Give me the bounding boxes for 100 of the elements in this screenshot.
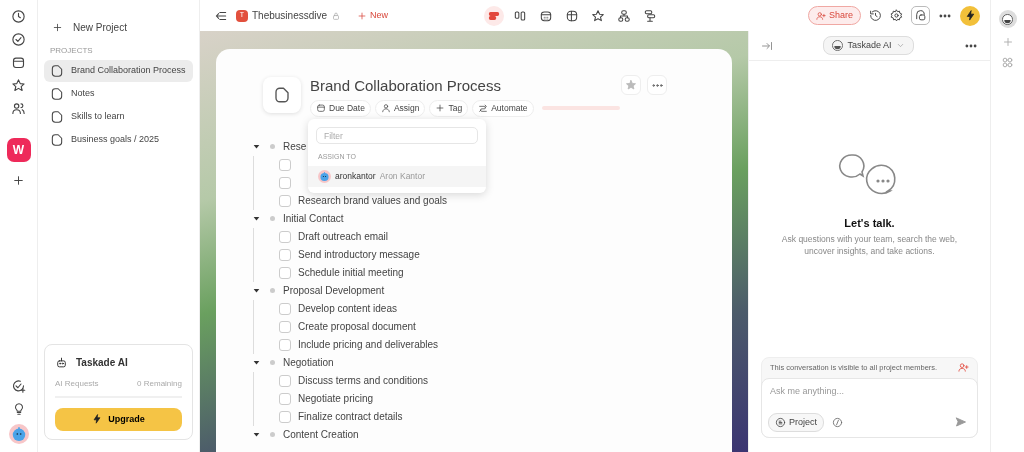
project-item[interactable]: Skills to learn bbox=[44, 106, 193, 128]
document-icon bbox=[775, 416, 786, 428]
agent-selector[interactable]: Taskade AI bbox=[823, 35, 914, 56]
section-title: Rese bbox=[283, 140, 307, 155]
document-icon bbox=[50, 133, 64, 147]
boost-button[interactable] bbox=[960, 5, 980, 26]
new-project-button[interactable]: New Project bbox=[44, 20, 193, 35]
document-icon bbox=[50, 110, 64, 124]
bullet-dot bbox=[270, 288, 275, 294]
add-member-icon[interactable] bbox=[958, 362, 969, 374]
plus-icon bbox=[357, 10, 368, 21]
workspace-button[interactable]: W bbox=[6, 138, 31, 162]
project-title: Brand Collaboration Process bbox=[310, 77, 502, 95]
add-person-icon bbox=[815, 10, 826, 21]
calendar-icon bbox=[316, 103, 326, 114]
task-text: Include pricing and deliverables bbox=[298, 338, 439, 353]
project-item[interactable]: Business goals / 2025 bbox=[44, 129, 193, 151]
avatar-icon[interactable] bbox=[8, 424, 29, 444]
ai-card-title: Taskade AI bbox=[76, 355, 128, 370]
task-checkbox[interactable] bbox=[279, 302, 291, 315]
collapse-panel-icon[interactable] bbox=[761, 39, 773, 52]
share-button[interactable]: Share bbox=[807, 5, 861, 26]
avatar-icon bbox=[318, 169, 331, 183]
task-checkbox[interactable] bbox=[279, 230, 291, 243]
section-title: Content Creation bbox=[283, 428, 359, 443]
section-title: Negotiation bbox=[283, 356, 334, 371]
chat-icon bbox=[914, 9, 927, 22]
table-view-icon bbox=[565, 8, 580, 23]
caret-icon[interactable] bbox=[253, 215, 260, 223]
context-chip[interactable]: Project bbox=[768, 412, 824, 432]
agent-avatar-button[interactable] bbox=[998, 10, 1017, 28]
automate-icon bbox=[478, 103, 489, 114]
tasks-check-icon[interactable] bbox=[11, 32, 26, 47]
star-icon[interactable] bbox=[11, 78, 26, 93]
view-tab[interactable] bbox=[484, 5, 505, 26]
task-checkbox[interactable] bbox=[279, 194, 291, 207]
bullet-dot bbox=[270, 144, 275, 150]
new-button[interactable]: New bbox=[357, 8, 389, 23]
upgrade-button[interactable]: Upgrade bbox=[55, 407, 182, 431]
chat-heading: Let's talk. bbox=[844, 217, 895, 231]
chat-panel-button[interactable] bbox=[911, 6, 930, 25]
task-checkbox[interactable] bbox=[279, 392, 291, 405]
chat-description: Ask questions with your team, search the web, uncover insights, and take actions. bbox=[780, 234, 959, 258]
section-title: Initial Contact bbox=[283, 212, 344, 227]
task-checkbox[interactable] bbox=[279, 158, 291, 171]
filter-field[interactable]: Filter bbox=[316, 127, 478, 144]
task-text: Discuss terms and conditions bbox=[298, 374, 429, 389]
task-checkbox[interactable] bbox=[279, 320, 291, 333]
document-icon bbox=[50, 87, 64, 101]
task-text: Schedule initial meeting bbox=[298, 266, 404, 281]
calendar-icon[interactable] bbox=[11, 55, 26, 70]
task-text: Draft outreach email bbox=[298, 230, 389, 245]
task-checkbox[interactable] bbox=[279, 176, 291, 189]
robot-icon bbox=[55, 355, 68, 369]
action-chip[interactable]: Assign bbox=[374, 100, 426, 117]
document-icon bbox=[273, 86, 291, 104]
action-chip[interactable]: Due Date bbox=[310, 100, 371, 117]
star-view-icon bbox=[591, 8, 606, 23]
task-text: Create proposal document bbox=[298, 320, 416, 335]
plus-icon bbox=[435, 103, 446, 114]
project-item[interactable]: Notes bbox=[44, 83, 193, 105]
action-chip[interactable]: Automate bbox=[472, 100, 534, 117]
clock-icon[interactable] bbox=[11, 9, 26, 24]
gantt-view-icon bbox=[643, 8, 658, 23]
history-icon[interactable] bbox=[869, 9, 882, 22]
agent-icon bbox=[832, 40, 844, 51]
caret-icon[interactable] bbox=[253, 359, 260, 367]
action-chip[interactable]: Tag bbox=[429, 100, 469, 117]
add-icon[interactable] bbox=[12, 174, 25, 187]
add-task-icon[interactable] bbox=[11, 379, 26, 394]
task-checkbox[interactable] bbox=[279, 266, 291, 279]
user-option[interactable]: aronkantor Aron Kantor bbox=[308, 165, 486, 187]
task-checkbox[interactable] bbox=[279, 374, 291, 387]
task-checkbox[interactable] bbox=[279, 410, 291, 423]
task-text: Negotiate pricing bbox=[298, 392, 374, 407]
project-item[interactable]: Brand Collaboration Process bbox=[44, 60, 193, 82]
settings-icon[interactable] bbox=[890, 9, 903, 22]
commands-icon[interactable] bbox=[832, 416, 843, 428]
plus-icon bbox=[52, 22, 63, 33]
task-text: Finalize contract details bbox=[298, 410, 403, 425]
task-checkbox[interactable] bbox=[279, 248, 291, 261]
message-field[interactable]: Ask me anything... Project bbox=[761, 377, 978, 438]
caret-icon[interactable] bbox=[253, 143, 260, 151]
caret-icon[interactable] bbox=[253, 431, 260, 439]
send-icon[interactable] bbox=[955, 416, 967, 429]
lightning-icon bbox=[92, 414, 103, 425]
people-icon[interactable] bbox=[11, 101, 26, 116]
task-text: Develop content ideas bbox=[298, 302, 397, 317]
star-icon bbox=[625, 79, 637, 91]
task-checkbox[interactable] bbox=[279, 338, 291, 351]
org-chart-view-icon bbox=[617, 8, 632, 23]
workspace-name[interactable]: Thebusinessdive bbox=[252, 8, 328, 23]
calendar-view-icon bbox=[539, 8, 554, 23]
caret-icon[interactable] bbox=[253, 287, 260, 295]
requests-label: AI Requests bbox=[55, 377, 99, 390]
task-text: Send introductory message bbox=[298, 248, 420, 263]
bullet-dot bbox=[270, 216, 275, 222]
more-button[interactable] bbox=[647, 75, 667, 95]
bullet-dot bbox=[270, 360, 275, 366]
bullet-dot bbox=[270, 432, 275, 438]
